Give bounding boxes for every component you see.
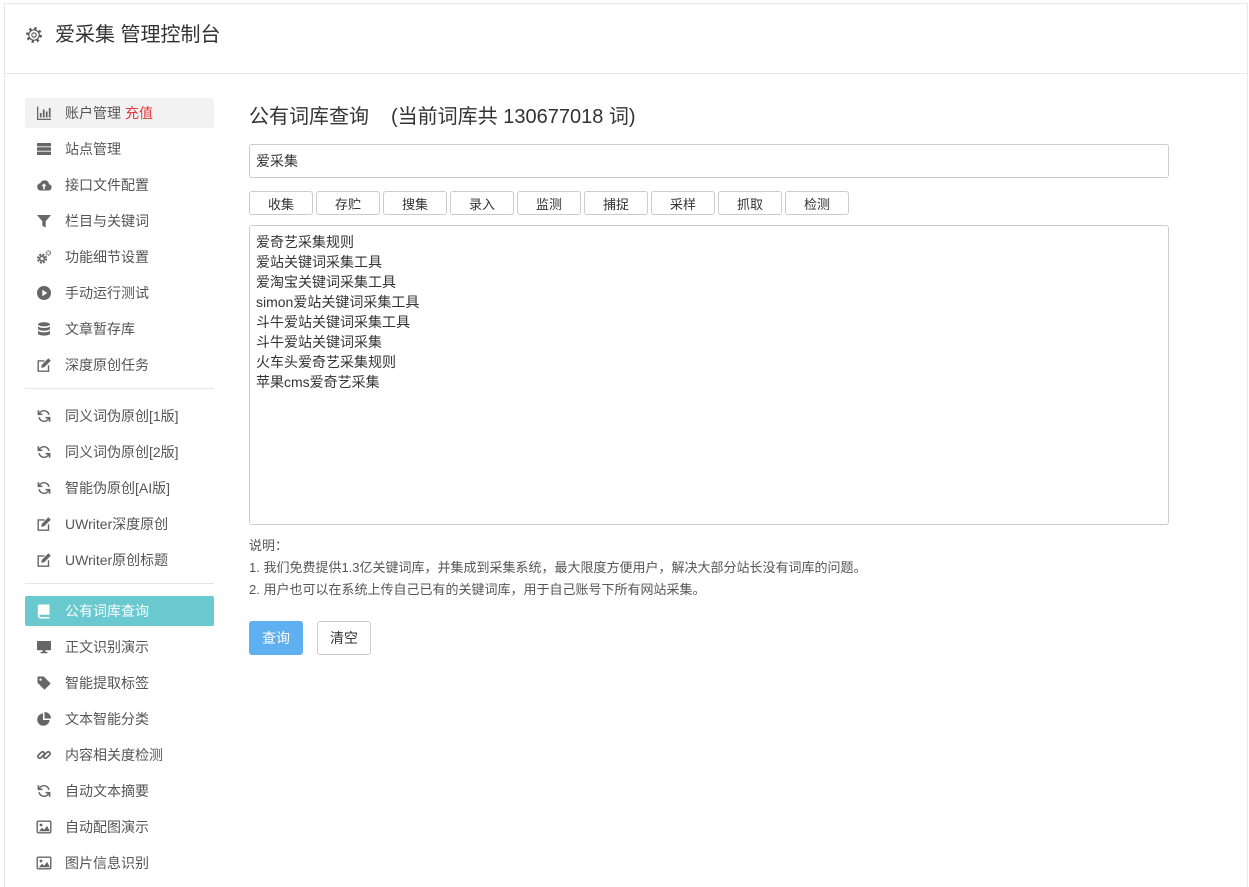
edit-icon [36, 552, 52, 568]
sidebar-item-content-relevance-check[interactable]: 内容相关度检测 [25, 740, 214, 770]
header-divider [5, 73, 1247, 74]
verb-button-sample[interactable]: 采样 [651, 191, 715, 215]
sidebar-item-image-info-recognition[interactable]: 图片信息识别 [25, 848, 214, 878]
query-button[interactable]: 查询 [249, 621, 303, 655]
sidebar-item-label: 自动配图演示 [65, 819, 149, 835]
notes-line: 1. 我们免费提供1.3亿关键词库，并集成到采集系统，最大限度方便用户，解决大部… [249, 560, 867, 575]
sidebar-item-label: 文本智能分类 [65, 711, 149, 727]
sidebar-item-label: 同义词伪原创[2版] [65, 444, 179, 460]
image-icon [36, 855, 52, 871]
sidebar-item-label: 自动文本摘要 [65, 783, 149, 799]
sidebar-item-account-management[interactable]: 账户管理 充值 [25, 98, 214, 128]
sidebar-item-label: 正文识别演示 [65, 639, 149, 655]
sidebar-item-text-recognition-demo[interactable]: 正文识别演示 [25, 632, 214, 662]
sidebar-item-label: 同义词伪原创[1版] [65, 408, 179, 424]
sidebar-item-smart-tag-extraction[interactable]: 智能提取标签 [25, 668, 214, 698]
sidebar-item-auto-image-demo[interactable]: 自动配图演示 [25, 812, 214, 842]
sidebar-item-text-classification[interactable]: 文本智能分类 [25, 704, 214, 734]
notes-line: 2. 用户也可以在系统上传自己已有的关键词库，用于自己账号下所有网站采集。 [249, 582, 706, 597]
sidebar-item-label: 功能细节设置 [65, 249, 149, 265]
sidebar-item-label: 栏目与关键词 [65, 213, 149, 229]
keyword-input[interactable] [249, 144, 1169, 178]
sidebar-item-interface-file-config[interactable]: 接口文件配置 [25, 170, 214, 200]
sidebar-item-label: 智能伪原创[AI版] [65, 480, 171, 496]
sidebar-item-public-lexicon-query[interactable]: 公有词库查询 [25, 596, 214, 626]
sidebar-item-synonym-rewrite-v2[interactable]: 同义词伪原创[2版] [25, 437, 214, 467]
sidebar-item-label: 账户管理 [65, 105, 121, 121]
sidebar-item-label: UWriter深度原创 [65, 516, 169, 532]
refresh-icon [36, 444, 52, 460]
sidebar-item-label: 内容相关度检测 [65, 747, 163, 763]
notes-heading: 说明： [249, 538, 289, 553]
sidebar-item-synonym-rewrite-v1[interactable]: 同义词伪原创[1版] [25, 401, 214, 431]
tag-icon [36, 675, 52, 691]
verb-button-enter[interactable]: 录入 [450, 191, 514, 215]
sidebar-item-label: 公有词库查询 [65, 603, 149, 619]
desktop-icon [36, 639, 52, 655]
verb-button-capture[interactable]: 捕捉 [584, 191, 648, 215]
edit-icon [36, 357, 52, 373]
sidebar-divider [25, 388, 214, 389]
refresh-icon [36, 480, 52, 496]
filter-icon [36, 213, 52, 229]
sidebar-item-label: 手动运行测试 [65, 285, 149, 301]
sidebar-item-uwriter-deep-original[interactable]: UWriter深度原创 [25, 509, 214, 539]
edit-icon [36, 516, 52, 532]
link-icon [36, 747, 52, 763]
sidebar-item-label: 图片信息识别 [65, 855, 149, 871]
sidebar-divider [25, 583, 214, 584]
bar-chart-icon [36, 105, 52, 121]
sidebar-item-auto-text-summary[interactable]: 自动文本摘要 [25, 776, 214, 806]
lexicon-count: (当前词库共 130677018 词) [391, 106, 636, 128]
refresh-icon [36, 783, 52, 799]
sidebar-item-columns-keywords[interactable]: 栏目与关键词 [25, 206, 214, 236]
verb-button-detect[interactable]: 检测 [785, 191, 849, 215]
sidebar-item-label: 接口文件配置 [65, 177, 149, 193]
sidebar-item-label: 站点管理 [65, 141, 121, 157]
sidebar-item-article-storage[interactable]: 文章暂存库 [25, 314, 214, 344]
verb-button-store[interactable]: 存贮 [316, 191, 380, 215]
sidebar-item-manual-run-test[interactable]: 手动运行测试 [25, 278, 214, 308]
verb-button-gather[interactable]: 搜集 [383, 191, 447, 215]
cloud-upload-icon [36, 177, 52, 193]
sidebar-item-label: UWriter原创标题 [65, 552, 169, 568]
gear-icon [25, 26, 43, 44]
sidebar-item-feature-settings[interactable]: 功能细节设置 [25, 242, 214, 272]
sidebar-item-site-management[interactable]: 站点管理 [25, 134, 214, 164]
verb-button-monitor[interactable]: 监测 [517, 191, 581, 215]
app-title: 爱采集 管理控制台 [55, 24, 221, 46]
recharge-link[interactable]: 充值 [125, 103, 153, 123]
notes: 说明： 1. 我们免费提供1.3亿关键词库，并集成到采集系统，最大限度方便用户，… [249, 535, 867, 601]
sidebar-item-uwriter-original-title[interactable]: UWriter原创标题 [25, 545, 214, 575]
server-icon [36, 141, 52, 157]
sidebar-item-label: 智能提取标签 [65, 675, 149, 691]
refresh-icon [36, 408, 52, 424]
sidebar-item-ai-rewrite[interactable]: 智能伪原创[AI版] [25, 473, 214, 503]
clear-button[interactable]: 清空 [317, 621, 371, 655]
database-icon [36, 321, 52, 337]
book-icon [36, 603, 52, 619]
verb-button-row: 收集 存贮 搜集 录入 监测 捕捉 采样 抓取 检测 [249, 191, 849, 215]
sidebar-item-deep-original-tasks[interactable]: 深度原创任务 [25, 350, 214, 380]
page-title-text: 公有词库查询 [249, 106, 369, 128]
sidebar-item-label: 深度原创任务 [65, 357, 149, 373]
play-circle-icon [36, 285, 52, 301]
page-title: 公有词库查询 (当前词库共 130677018 词) [249, 104, 636, 130]
results-textarea[interactable]: 爱奇艺采集规则 爱站关键词采集工具 爱淘宝关键词采集工具 simon爱站关键词采… [249, 225, 1169, 525]
sidebar-item-label: 文章暂存库 [65, 321, 135, 337]
gears-icon [36, 249, 52, 265]
image-icon [36, 819, 52, 835]
verb-button-grab[interactable]: 抓取 [718, 191, 782, 215]
pie-chart-icon [36, 711, 52, 727]
sidebar: 账户管理 充值 站点管理 接口文件配置 栏目与关键词 功能细节设置 手动运行测试… [25, 98, 214, 887]
verb-button-collect[interactable]: 收集 [249, 191, 313, 215]
